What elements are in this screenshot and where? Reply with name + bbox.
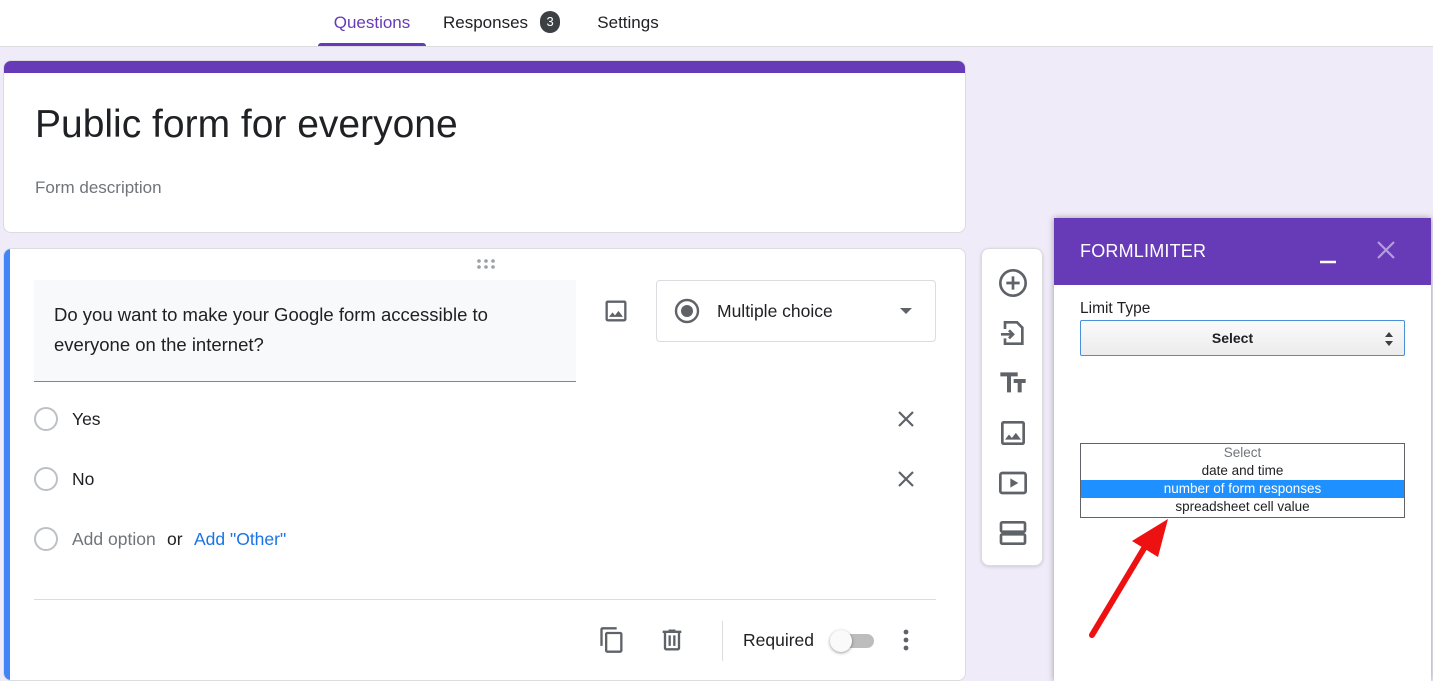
add-section-icon[interactable] [997, 517, 1029, 549]
or-text: or [167, 529, 183, 549]
form-title[interactable]: Public form for everyone [35, 103, 458, 147]
close-icon[interactable] [1374, 238, 1398, 262]
addon-header: FORMLIMITER [1054, 218, 1431, 285]
question-footer-divider [34, 599, 936, 600]
add-video-icon[interactable] [997, 467, 1029, 499]
add-option-row: Add option or Add "Other" [34, 524, 924, 554]
option-label[interactable]: Yes [72, 409, 101, 430]
question-focus-accent [4, 249, 10, 680]
form-title-card: Public form for everyone Form descriptio… [3, 60, 966, 233]
tab-settings-label: Settings [597, 13, 659, 32]
option-label[interactable]: No [72, 469, 94, 490]
add-image-icon[interactable] [997, 417, 1029, 449]
limit-type-label: Limit Type [1080, 300, 1151, 317]
form-description[interactable]: Form description [35, 178, 162, 198]
footer-separator [722, 621, 723, 661]
toggle-knob [830, 630, 852, 652]
option-radio [34, 467, 58, 491]
formlimiter-panel: FORMLIMITER Limit Type Select Select dat… [1054, 218, 1431, 681]
dropdown-option-select[interactable]: Select [1081, 444, 1404, 462]
side-toolbar [981, 248, 1043, 566]
chevron-down-icon [900, 308, 912, 314]
required-label: Required [743, 630, 815, 650]
delete-trash-icon[interactable] [658, 626, 686, 654]
tab-questions-label: Questions [333, 13, 411, 32]
radio-button-checked-icon [674, 298, 700, 324]
question-type-select[interactable]: Multiple choice [656, 280, 936, 342]
responses-count-badge: 3 [540, 11, 561, 33]
tab-settings[interactable]: Settings [594, 0, 662, 46]
dropdown-option-spreadsheet-cell-value[interactable]: spreadsheet cell value [1081, 498, 1404, 516]
add-question-icon[interactable] [997, 267, 1029, 299]
add-option-button[interactable]: Add option [72, 529, 156, 550]
addon-title: FORMLIMITER [1080, 241, 1207, 261]
tab-responses-label: Responses [443, 13, 529, 32]
remove-option-close-icon[interactable] [894, 407, 918, 431]
top-tab-bar: Questions Responses 3 Settings [0, 0, 1433, 47]
required-toggle[interactable] [830, 629, 876, 653]
tab-responses[interactable]: Responses 3 [443, 0, 568, 46]
option-radio [34, 527, 58, 551]
question-type-label: Multiple choice [717, 301, 833, 321]
dropdown-option-date-and-time[interactable]: date and time [1081, 462, 1404, 480]
tab-questions[interactable]: Questions [318, 0, 426, 46]
more-vert-icon[interactable] [894, 626, 918, 654]
remove-option-close-icon[interactable] [894, 467, 918, 491]
import-questions-icon[interactable] [997, 317, 1029, 349]
question-text-input[interactable]: Do you want to make your Google form acc… [34, 280, 576, 382]
add-title-icon[interactable] [997, 367, 1029, 399]
minimize-icon[interactable] [1316, 242, 1340, 266]
limit-type-dropdown-list: Select date and time number of form resp… [1080, 443, 1405, 518]
option-row: Yes [34, 404, 924, 434]
limit-type-select[interactable]: Select [1080, 320, 1405, 356]
add-other-link[interactable]: Add "Other" [194, 529, 286, 550]
option-row: No [34, 464, 924, 494]
title-card-accent [4, 61, 965, 73]
question-text: Do you want to make your Google form acc… [54, 304, 488, 355]
add-image-icon[interactable] [602, 297, 630, 325]
drag-handle-icon[interactable] [476, 258, 496, 270]
dropdown-option-number-of-form-responses[interactable]: number of form responses [1081, 480, 1404, 498]
duplicate-icon[interactable] [598, 626, 626, 654]
limit-type-selected-value: Select [1211, 330, 1254, 346]
option-radio [34, 407, 58, 431]
question-card: Do you want to make your Google form acc… [3, 248, 966, 681]
select-arrows-icon [1385, 332, 1393, 346]
